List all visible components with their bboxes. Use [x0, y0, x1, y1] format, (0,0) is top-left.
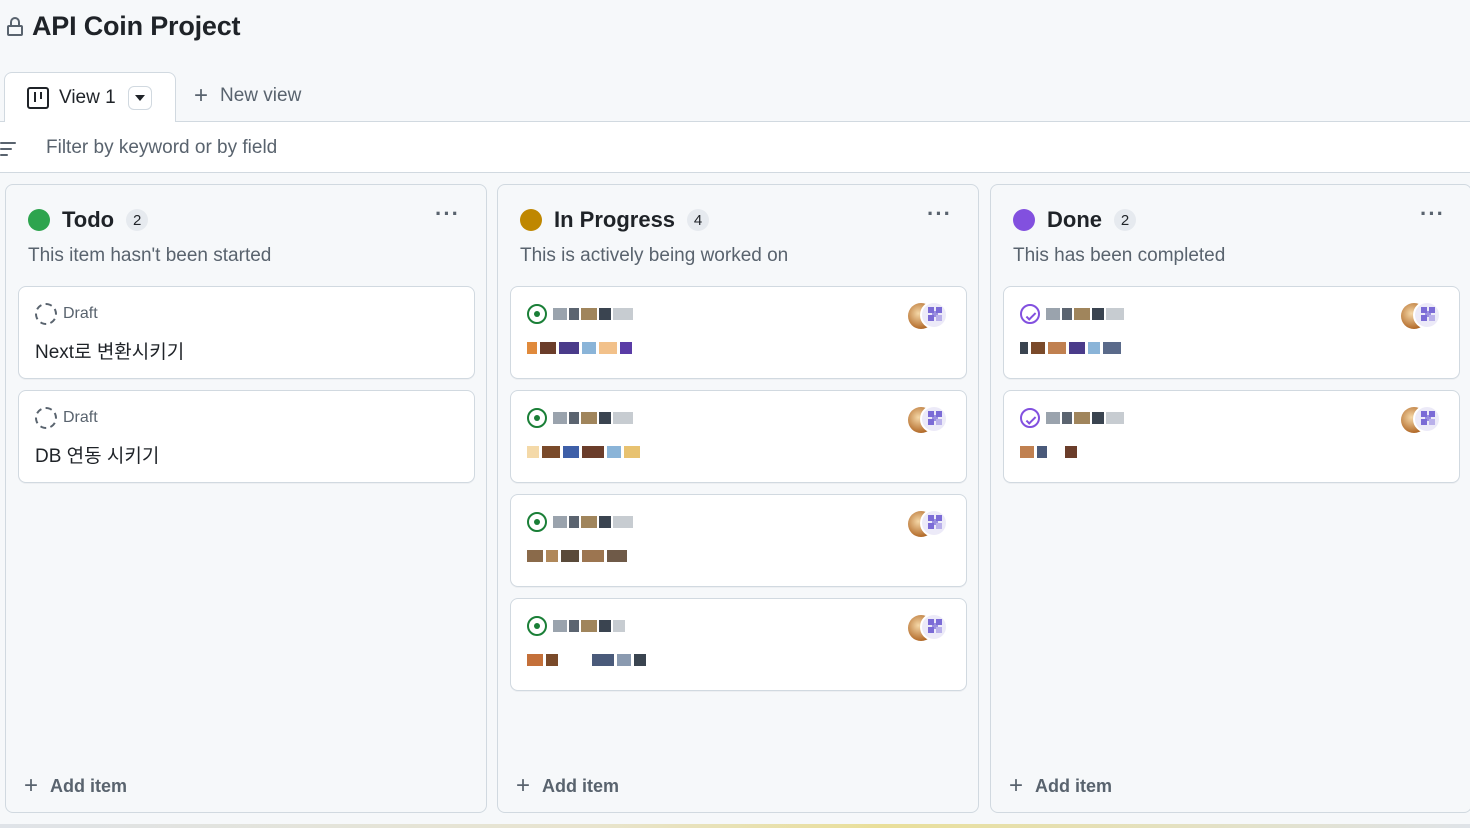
add-item-label: Add item: [50, 775, 128, 796]
column-name: In Progress: [554, 207, 676, 232]
assignee-avatars[interactable]: [908, 613, 948, 641]
column-done: Done 2 ··· This has been completed + Add…: [990, 184, 1470, 813]
card-issue[interactable]: [1003, 286, 1460, 379]
card-issue[interactable]: [510, 494, 967, 587]
new-view-button[interactable]: + New view: [194, 84, 301, 108]
card-issue[interactable]: [1003, 390, 1460, 483]
plus-icon: +: [24, 772, 39, 799]
count-badge: 2: [1114, 209, 1136, 231]
avatar: [920, 613, 948, 641]
card-title[interactable]: DB 연동 시키기: [35, 441, 159, 468]
new-view-label: New view: [220, 85, 302, 106]
card-meta-obscured: [527, 511, 633, 533]
issue-closed-icon: [1020, 304, 1040, 324]
filter-icon[interactable]: [0, 142, 16, 156]
column-description: This has been completed: [1013, 245, 1226, 266]
board-icon: [27, 86, 49, 109]
add-item-label: Add item: [1035, 775, 1113, 796]
lock-icon: [6, 15, 24, 37]
tab-label: View 1: [59, 86, 116, 108]
count-badge: 4: [687, 209, 710, 231]
add-item-label: Add item: [542, 775, 620, 796]
add-item-button[interactable]: + Add item: [24, 774, 127, 798]
count-badge: 2: [126, 209, 149, 231]
column-name: Todo: [62, 207, 115, 232]
column-header: In Progress 4: [520, 207, 710, 233]
card-draft[interactable]: Draft DB 연동 시키기: [18, 390, 475, 483]
card-title[interactable]: Next로 변환시키기: [35, 337, 184, 364]
card-title-obscured[interactable]: [527, 547, 627, 565]
caret-down-icon: [134, 94, 145, 101]
avatar: [1413, 405, 1441, 433]
plus-icon: +: [516, 772, 531, 799]
draft-label: Draft: [63, 305, 98, 322]
column-menu-kebab-icon[interactable]: ···: [927, 203, 952, 225]
avatar: [1413, 301, 1441, 329]
assignee-avatars[interactable]: [908, 301, 948, 329]
issue-opened-icon: [527, 304, 547, 324]
card-title-obscured[interactable]: [1020, 443, 1077, 461]
issue-opened-icon: [527, 512, 547, 532]
draft-issue-icon: [35, 303, 57, 325]
card-meta-obscured: [527, 615, 625, 637]
assignee-avatars[interactable]: [908, 509, 948, 537]
issue-opened-icon: [527, 408, 547, 428]
view-options-button[interactable]: [127, 85, 152, 110]
card-meta-obscured: [1020, 303, 1124, 325]
column-todo: Todo 2 ··· This item hasn't been started…: [5, 184, 487, 813]
card-meta-obscured: [527, 303, 633, 325]
avatar: [920, 405, 948, 433]
status-dot-icon: [1013, 209, 1035, 231]
issue-closed-icon: [1020, 408, 1040, 428]
avatar: [920, 301, 948, 329]
assignee-avatars[interactable]: [1401, 301, 1441, 329]
assignee-avatars[interactable]: [1401, 405, 1441, 433]
column-header: Done 2: [1013, 207, 1136, 233]
card-meta: Draft: [35, 303, 98, 325]
project-header: API Coin Project: [6, 8, 241, 44]
card-issue[interactable]: [510, 598, 967, 691]
bottom-edge: [0, 824, 1470, 828]
card-title-obscured[interactable]: [527, 339, 632, 357]
card-draft[interactable]: Draft Next로 변환시키기: [18, 286, 475, 379]
status-dot-icon: [520, 209, 542, 231]
status-dot-icon: [28, 209, 50, 231]
card-issue[interactable]: [510, 286, 967, 379]
plus-icon: +: [194, 82, 209, 109]
add-item-button[interactable]: + Add item: [1009, 774, 1112, 798]
column-menu-kebab-icon[interactable]: ···: [435, 203, 460, 225]
plus-icon: +: [1009, 772, 1024, 799]
draft-issue-icon: [35, 407, 57, 429]
filter-input[interactable]: [46, 136, 946, 160]
card-title-obscured[interactable]: [527, 651, 646, 669]
card-issue[interactable]: [510, 390, 967, 483]
card-meta: Draft: [35, 407, 98, 429]
card-meta-obscured: [527, 407, 633, 429]
column-description: This item hasn't been started: [28, 245, 272, 266]
column-name: Done: [1047, 207, 1102, 232]
tab-view-1[interactable]: View 1: [4, 72, 176, 123]
issue-opened-icon: [527, 616, 547, 636]
column-menu-kebab-icon[interactable]: ···: [1420, 203, 1445, 225]
add-item-button[interactable]: + Add item: [516, 774, 619, 798]
view-tab-bar: View 1 + New view: [0, 72, 1470, 123]
filter-bar: [0, 122, 1470, 173]
card-meta-obscured: [1020, 407, 1124, 429]
card-title-obscured[interactable]: [1020, 339, 1121, 357]
draft-label: Draft: [63, 409, 98, 426]
project-title: API Coin Project: [32, 10, 241, 41]
assignee-avatars[interactable]: [908, 405, 948, 433]
avatar: [920, 509, 948, 537]
card-title-obscured[interactable]: [527, 443, 640, 461]
column-header: Todo 2: [28, 207, 149, 233]
column-description: This is actively being worked on: [520, 245, 789, 266]
column-in-progress: In Progress 4 ··· This is actively being…: [497, 184, 979, 813]
